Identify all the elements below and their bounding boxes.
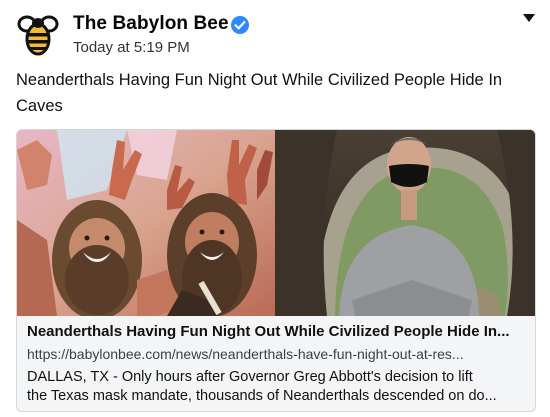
link-card-title[interactable]: Neanderthals Having Fun Night Out While … xyxy=(27,323,527,340)
bee-logo-icon[interactable] xyxy=(16,11,60,57)
post-timestamp[interactable]: Today at 5:19 PM xyxy=(73,39,190,56)
caret-down-icon[interactable] xyxy=(523,14,535,22)
page-name-link[interactable]: The Babylon Bee xyxy=(73,13,229,35)
link-card-description-line: DALLAS, TX - Only hours after Governor G… xyxy=(27,369,473,385)
post-header: The Babylon Bee Today at 5:19 PM xyxy=(16,10,536,60)
link-card-description-line: the Texas mask mandate, thousands of Nea… xyxy=(27,388,497,404)
post-text: Neanderthals Having Fun Night Out While … xyxy=(16,71,503,115)
link-card-description: DALLAS, TX - Only hours after Governor G… xyxy=(27,368,527,406)
link-preview-card[interactable]: Neanderthals Having Fun Night Out While … xyxy=(16,129,536,412)
link-card-url[interactable]: https://babylonbee.com/news/neanderthals… xyxy=(27,346,527,362)
verified-badge-icon xyxy=(231,16,249,34)
link-preview-image[interactable] xyxy=(17,130,535,316)
